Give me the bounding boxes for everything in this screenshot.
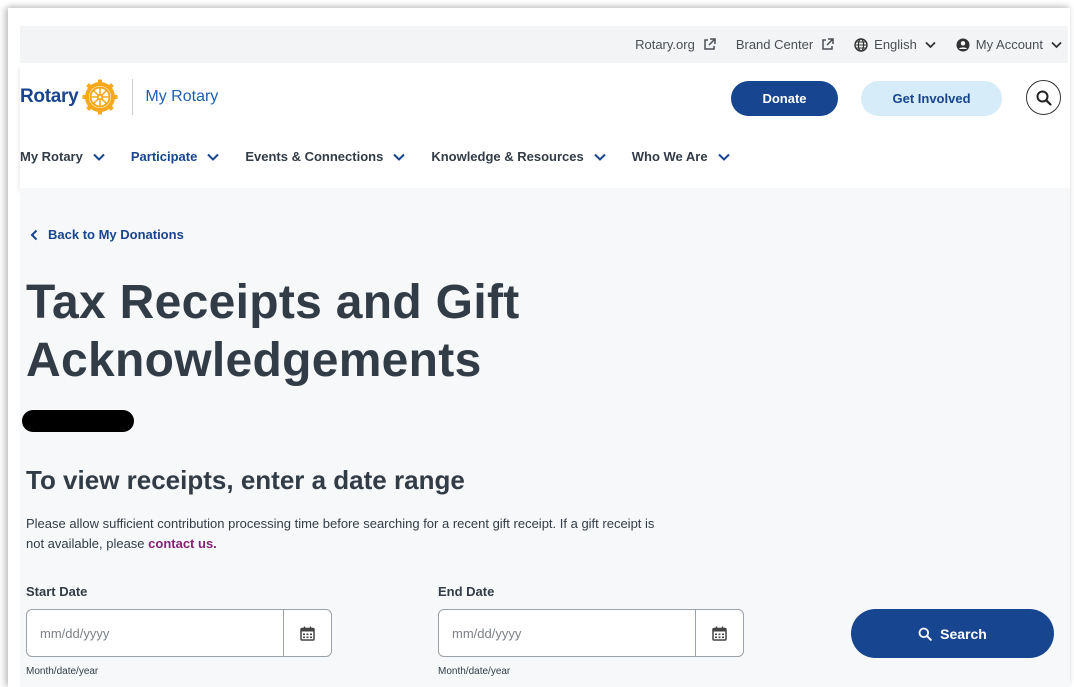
donate-button[interactable]: Donate (731, 81, 838, 116)
main-content: Back to My Donations Tax Receipts and Gi… (20, 188, 1070, 687)
start-date-calendar-button[interactable] (283, 610, 331, 656)
rotary-wheel-icon (82, 79, 118, 115)
rotary-logo[interactable]: Rotary My Rotary (20, 79, 218, 115)
end-date-hint: Month/date/year (438, 666, 511, 677)
rotary-org-label: Rotary.org (635, 37, 695, 52)
external-link-icon (704, 38, 716, 50)
start-date-label: Start Date (26, 584, 88, 599)
search-icon (1036, 90, 1052, 106)
nav-item-knowledge[interactable]: Knowledge & Resources (431, 149, 606, 164)
back-link[interactable]: Back to My Donations (30, 227, 184, 242)
end-date-label: End Date (438, 584, 495, 599)
nav-label: Participate (130, 149, 198, 164)
nav-label: Events & Connections (245, 149, 384, 164)
section-heading: To view receipts, enter a date range (26, 465, 465, 495)
redacted-name (22, 410, 134, 432)
nav-item-participate[interactable]: Participate (130, 149, 220, 164)
globe-icon (854, 37, 868, 52)
chevron-down-icon (393, 153, 406, 161)
chevron-down-icon (207, 153, 220, 161)
start-date-input[interactable] (27, 610, 283, 656)
logo-divider (132, 79, 134, 115)
chevron-down-icon (1051, 41, 1062, 48)
language-label: English (874, 37, 917, 52)
get-involved-button[interactable]: Get Involved (861, 81, 1002, 116)
help-text: Please allow sufficient contribution pro… (26, 514, 666, 554)
nav-label: Who We Are (631, 149, 708, 164)
page-title: Tax Receipts and Gift Acknowledgements (26, 276, 520, 387)
rotary-org-link[interactable]: Rotary.org (635, 37, 716, 52)
brand-center-label: Brand Center (735, 37, 814, 52)
contact-us-link[interactable]: contact us. (148, 536, 217, 551)
user-icon (956, 38, 970, 51)
search-button[interactable]: Search (851, 609, 1054, 658)
nav-item-my-rotary[interactable]: My Rotary (20, 149, 105, 164)
utility-bar: Rotary.org Brand Center English My Accou… (20, 26, 1068, 63)
chevron-down-icon (594, 153, 606, 161)
search-icon (918, 627, 932, 641)
end-date-input[interactable] (439, 610, 695, 656)
chevron-down-icon (925, 41, 936, 48)
logo-wordmark: Rotary (20, 86, 79, 107)
main-nav: My Rotary Participate Events & Connectio… (20, 149, 756, 164)
nav-item-events[interactable]: Events & Connections (245, 149, 406, 164)
calendar-icon (712, 626, 727, 641)
my-account-label: My Account (975, 37, 1043, 52)
site-search-button[interactable] (1026, 80, 1061, 115)
my-account-menu[interactable]: My Account (956, 37, 1062, 52)
calendar-icon (300, 626, 315, 641)
external-link-icon (822, 38, 834, 50)
end-date-calendar-button[interactable] (695, 610, 743, 656)
nav-label: Knowledge & Resources (431, 149, 584, 164)
start-date-field (26, 609, 332, 657)
brand-center-link[interactable]: Brand Center (736, 37, 834, 52)
chevron-down-icon (93, 153, 105, 161)
help-text-body: Please allow sufficient contribution pro… (26, 516, 655, 551)
browser-frame: Rotary.org Brand Center English My Accou… (8, 8, 1070, 687)
chevron-down-icon (717, 153, 730, 161)
nav-label: My Rotary (20, 149, 83, 164)
site-header: Rotary My Rotary Donate Get Involved My … (20, 63, 1070, 188)
back-link-label: Back to My Donations (48, 227, 184, 242)
start-date-hint: Month/date/year (26, 666, 99, 677)
chevron-left-icon (30, 229, 38, 240)
search-button-label: Search (940, 625, 987, 642)
end-date-field (438, 609, 744, 657)
nav-item-who-we-are[interactable]: Who We Are (632, 149, 730, 164)
site-name[interactable]: My Rotary (145, 88, 218, 106)
language-selector[interactable]: English (854, 37, 936, 52)
